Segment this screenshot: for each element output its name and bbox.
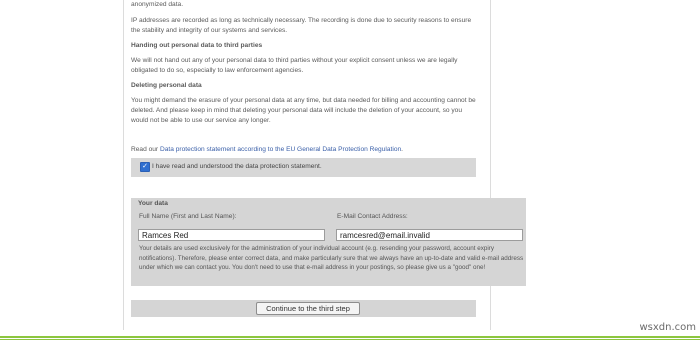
- third-parties-heading: Handing out personal data to third parti…: [131, 42, 263, 49]
- continue-button[interactable]: Continue to the third step: [256, 302, 360, 315]
- deleting-data-paragraph: You might demand the erasure of your per…: [131, 97, 476, 124]
- continue-bar: Continue to the third step: [131, 300, 476, 317]
- third-parties-paragraph: We will not hand out any of your persona…: [131, 57, 458, 74]
- consent-label: I have read and understood the data prot…: [152, 163, 322, 170]
- full-name-label: Full Name (First and Last Name):: [139, 213, 237, 220]
- data-protection-link[interactable]: Data protection statement according to t…: [160, 146, 401, 153]
- your-data-heading: Your data: [138, 200, 168, 207]
- footer-line-secondary: [0, 339, 700, 340]
- your-data-section: Your data Full Name (First and Last Name…: [131, 198, 526, 286]
- email-label: E-Mail Contact Address:: [337, 213, 408, 220]
- consent-checkbox[interactable]: ✓: [140, 162, 150, 172]
- deleting-data-heading: Deleting personal data: [131, 82, 202, 89]
- ip-address-paragraph: IP addresses are recorded as long as tec…: [131, 17, 472, 34]
- consent-box: ✓ I have read and understood the data pr…: [131, 158, 476, 177]
- your-data-note: Your details are used exclusively for th…: [139, 245, 524, 271]
- footer-line: [0, 336, 700, 338]
- privacy-top-fragment: anonymized data.: [131, 1, 184, 8]
- read-suffix: .: [401, 146, 404, 153]
- read-statement-line: Read our Data protection statement accor…: [131, 145, 403, 155]
- full-name-input[interactable]: [138, 229, 325, 241]
- watermark: wsxdn.com: [639, 322, 696, 333]
- email-input[interactable]: [336, 229, 523, 241]
- read-prefix: Read our: [131, 146, 159, 153]
